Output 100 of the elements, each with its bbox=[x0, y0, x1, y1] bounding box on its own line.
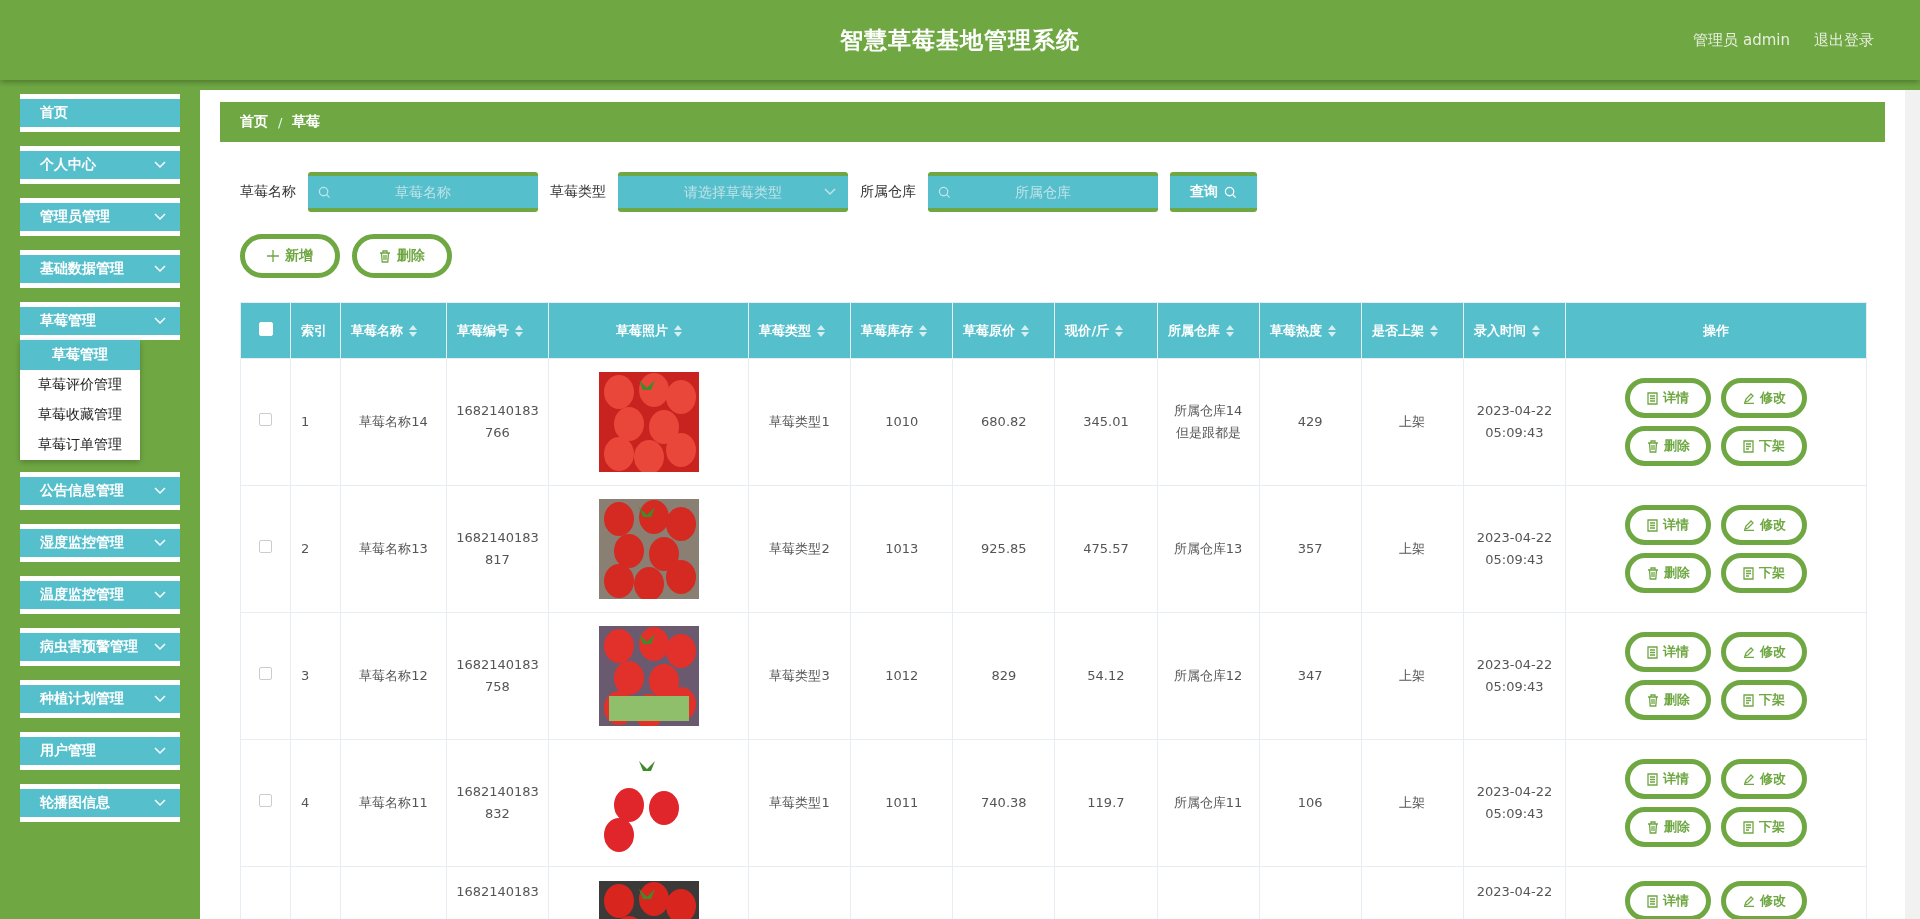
pencil-icon bbox=[1742, 392, 1755, 404]
column-header[interactable]: 草莓照片 bbox=[548, 302, 749, 359]
row-checkbox[interactable] bbox=[259, 667, 272, 680]
sidebar-item[interactable]: 温度监控管理 bbox=[20, 576, 180, 614]
table-cell-text: 2023-04-22 05:09:43 bbox=[1476, 402, 1553, 442]
document-icon bbox=[1647, 391, 1658, 405]
sidebar-item[interactable]: 轮播图信息 bbox=[20, 784, 180, 822]
offline-button[interactable]: 下架 bbox=[1721, 680, 1807, 720]
column-header[interactable]: 录入时间 bbox=[1463, 302, 1566, 359]
row-checkbox[interactable] bbox=[259, 413, 272, 426]
sidebar-item[interactable]: 用户管理 bbox=[20, 732, 180, 770]
table-cell-text: 925.85 bbox=[981, 540, 1027, 558]
table-cell-text: 1682140183 817 bbox=[456, 529, 539, 569]
submenu-item[interactable]: 草莓管理 bbox=[20, 340, 140, 370]
delete-button[interactable]: 删除 bbox=[1625, 680, 1711, 720]
delete-button[interactable]: 删除 bbox=[1625, 807, 1711, 847]
trash-icon bbox=[1646, 693, 1659, 707]
sidebar-item[interactable]: 管理员管理 bbox=[20, 198, 180, 236]
column-header: 索引 bbox=[290, 302, 341, 359]
column-header[interactable]: 草莓热度 bbox=[1259, 302, 1362, 359]
table-cell-text: 上架 bbox=[1399, 413, 1426, 431]
detail-button[interactable]: 详情 bbox=[1625, 881, 1711, 919]
table-cell-text: 475.57 bbox=[1083, 540, 1129, 558]
document-icon bbox=[1743, 693, 1754, 707]
table-cell-text: 829 bbox=[991, 667, 1017, 685]
delete-button[interactable]: 删除 bbox=[352, 234, 452, 278]
column-header[interactable]: 草莓名称 bbox=[340, 302, 447, 359]
query-button[interactable]: 查询 bbox=[1170, 172, 1257, 212]
document-icon bbox=[1743, 439, 1754, 453]
add-button[interactable]: 新增 bbox=[240, 234, 340, 278]
sidebar-item[interactable]: 草莓管理 bbox=[20, 302, 180, 340]
table-cell-text: 345.01 bbox=[1083, 413, 1129, 431]
type-select[interactable]: 请选择草莓类型 bbox=[618, 172, 848, 212]
table-cell-text: 草莓名称13 bbox=[359, 540, 428, 558]
row-checkbox[interactable] bbox=[259, 794, 272, 807]
sidebar-item[interactable]: 公告信息管理 bbox=[20, 472, 180, 510]
table-cell-text: 草莓名称12 bbox=[359, 667, 428, 685]
detail-button[interactable]: 详情 bbox=[1625, 632, 1711, 672]
table-cell-text: 119.7 bbox=[1087, 794, 1125, 812]
column-header: 操作 bbox=[1565, 302, 1867, 359]
sort-icon bbox=[1115, 324, 1124, 337]
column-header[interactable]: 是否上架 bbox=[1361, 302, 1464, 359]
breadcrumb-link[interactable]: 草莓 bbox=[292, 113, 321, 131]
column-header[interactable]: 草莓编号 bbox=[446, 302, 549, 359]
row-checkbox[interactable] bbox=[259, 540, 272, 553]
breadcrumb-separator: / bbox=[278, 114, 283, 130]
chevron-down-icon bbox=[154, 317, 166, 325]
edit-button[interactable]: 修改 bbox=[1721, 759, 1807, 799]
sidebar-item[interactable]: 基础数据管理 bbox=[20, 250, 180, 288]
sidebar-item[interactable]: 个人中心 bbox=[20, 146, 180, 184]
delete-button[interactable]: 删除 bbox=[1625, 553, 1711, 593]
offline-button[interactable]: 下架 bbox=[1721, 553, 1807, 593]
search-icon bbox=[318, 185, 331, 199]
document-icon bbox=[1647, 894, 1658, 908]
table-cell-text: 429 bbox=[1297, 413, 1323, 431]
sidebar-item[interactable]: 种植计划管理 bbox=[20, 680, 180, 718]
submenu-item[interactable]: 草莓评价管理 bbox=[20, 370, 140, 400]
column-header[interactable]: 现价/斤 bbox=[1054, 302, 1157, 359]
delete-button[interactable]: 删除 bbox=[1625, 426, 1711, 466]
submenu-item[interactable]: 草莓收藏管理 bbox=[20, 400, 140, 430]
chevron-down-icon bbox=[154, 213, 166, 221]
table-cell-text: 所属仓库11 bbox=[1173, 794, 1243, 812]
sidebar-item[interactable]: 病虫害预警管理 bbox=[20, 628, 180, 666]
table-cell-text: 1012 bbox=[885, 667, 919, 685]
breadcrumb-link[interactable]: 首页 bbox=[240, 113, 268, 131]
chevron-down-icon bbox=[154, 591, 166, 599]
detail-button[interactable]: 详情 bbox=[1625, 378, 1711, 418]
table-cell-text: 1013 bbox=[885, 540, 919, 558]
chevron-down-icon bbox=[154, 695, 166, 703]
detail-button[interactable]: 详情 bbox=[1625, 505, 1711, 545]
submenu-item[interactable]: 草莓订单管理 bbox=[20, 430, 140, 460]
chevron-down-icon bbox=[824, 188, 836, 196]
search-icon bbox=[1224, 185, 1237, 199]
column-header[interactable]: 草莓原价 bbox=[952, 302, 1055, 359]
edit-button[interactable]: 修改 bbox=[1721, 378, 1807, 418]
select-all-checkbox[interactable] bbox=[258, 322, 273, 336]
table-cell-text: 1682140183 bbox=[456, 883, 539, 901]
document-icon bbox=[1647, 518, 1658, 532]
sidebar-item[interactable]: 首页 bbox=[20, 94, 180, 132]
search-field[interactable]: 草莓名称 bbox=[308, 172, 538, 212]
table-cell-text: 4 bbox=[301, 794, 310, 812]
column-header[interactable]: 草莓库存 bbox=[850, 302, 953, 359]
column-header[interactable]: 草莓类型 bbox=[748, 302, 851, 359]
sidebar-item[interactable]: 湿度监控管理 bbox=[20, 524, 180, 562]
offline-button[interactable]: 下架 bbox=[1721, 807, 1807, 847]
table-cell-text: 2023-04-22 05:09:43 bbox=[1476, 529, 1553, 569]
search-field[interactable]: 所属仓库 bbox=[928, 172, 1158, 212]
chevron-down-icon bbox=[154, 799, 166, 807]
table-cell-text: 2023-04-22 05:09:43 bbox=[1476, 783, 1553, 823]
edit-button[interactable]: 修改 bbox=[1721, 881, 1807, 919]
logout-link[interactable]: 退出登录 bbox=[1814, 30, 1874, 50]
table-cell-text: 2 bbox=[301, 540, 310, 558]
column-header[interactable]: 所属仓库 bbox=[1157, 302, 1260, 359]
offline-button[interactable]: 下架 bbox=[1721, 426, 1807, 466]
table-cell-text: 680.82 bbox=[981, 413, 1027, 431]
search-icon bbox=[938, 185, 951, 199]
edit-button[interactable]: 修改 bbox=[1721, 505, 1807, 545]
detail-button[interactable]: 详情 bbox=[1625, 759, 1711, 799]
table-cell-text: 54.12 bbox=[1087, 667, 1125, 685]
edit-button[interactable]: 修改 bbox=[1721, 632, 1807, 672]
